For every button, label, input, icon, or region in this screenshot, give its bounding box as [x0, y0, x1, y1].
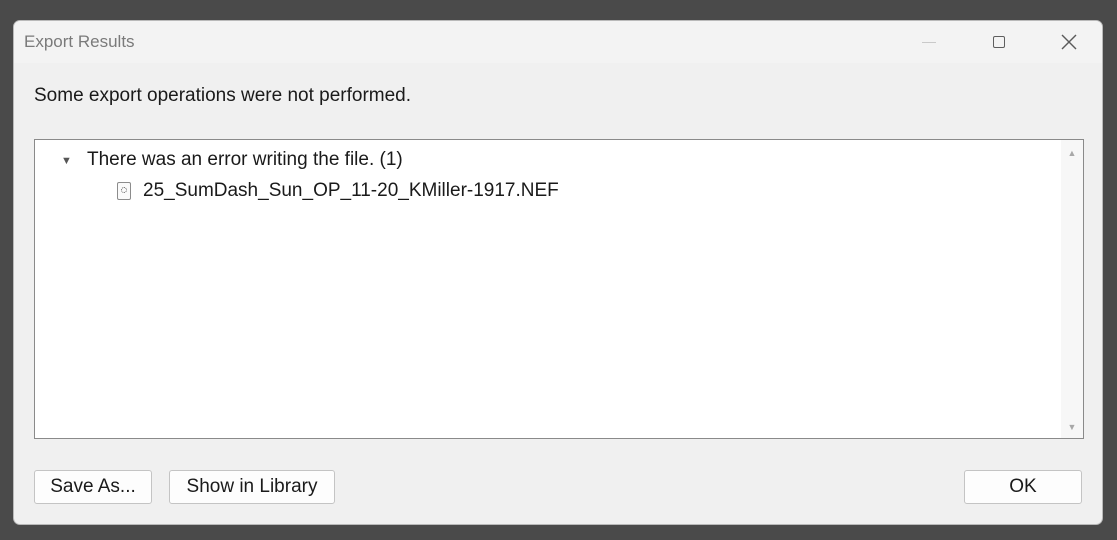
triangle-down-icon[interactable]: ▼ — [61, 154, 87, 167]
maximize-icon — [993, 36, 1005, 48]
maximize-button[interactable] — [964, 21, 1034, 63]
window-title: Export Results — [24, 32, 135, 51]
close-button[interactable] — [1034, 21, 1102, 63]
export-results-dialog: Export Results Some export operations we… — [13, 20, 1103, 525]
error-group-label: There was an error writing the file. (1) — [87, 149, 403, 170]
show-in-library-button[interactable]: Show in Library — [169, 470, 335, 504]
close-icon — [1061, 34, 1077, 50]
minimize-button[interactable] — [894, 21, 964, 63]
file-row[interactable]: 25_SumDash_Sun_OP_11-20_KMiller-1917.NEF — [117, 179, 559, 203]
scroll-up-arrow-icon[interactable]: ▲ — [1061, 148, 1083, 158]
results-tree[interactable]: ▼ There was an error writing the file. (… — [34, 139, 1084, 439]
error-group-row[interactable]: ▼ There was an error writing the file. (… — [61, 148, 403, 172]
save-as-button[interactable]: Save As... — [34, 470, 152, 504]
raw-file-icon — [117, 182, 131, 200]
scroll-down-arrow-icon[interactable]: ▼ — [1061, 422, 1083, 432]
title-bar[interactable]: Export Results — [14, 21, 1102, 63]
minimize-icon — [922, 41, 936, 43]
file-name: 25_SumDash_Sun_OP_11-20_KMiller-1917.NEF — [143, 180, 559, 201]
summary-message: Some export operations were not performe… — [34, 85, 412, 106]
vertical-scrollbar[interactable]: ▲ ▼ — [1061, 140, 1083, 438]
ok-button[interactable]: OK — [964, 470, 1082, 504]
